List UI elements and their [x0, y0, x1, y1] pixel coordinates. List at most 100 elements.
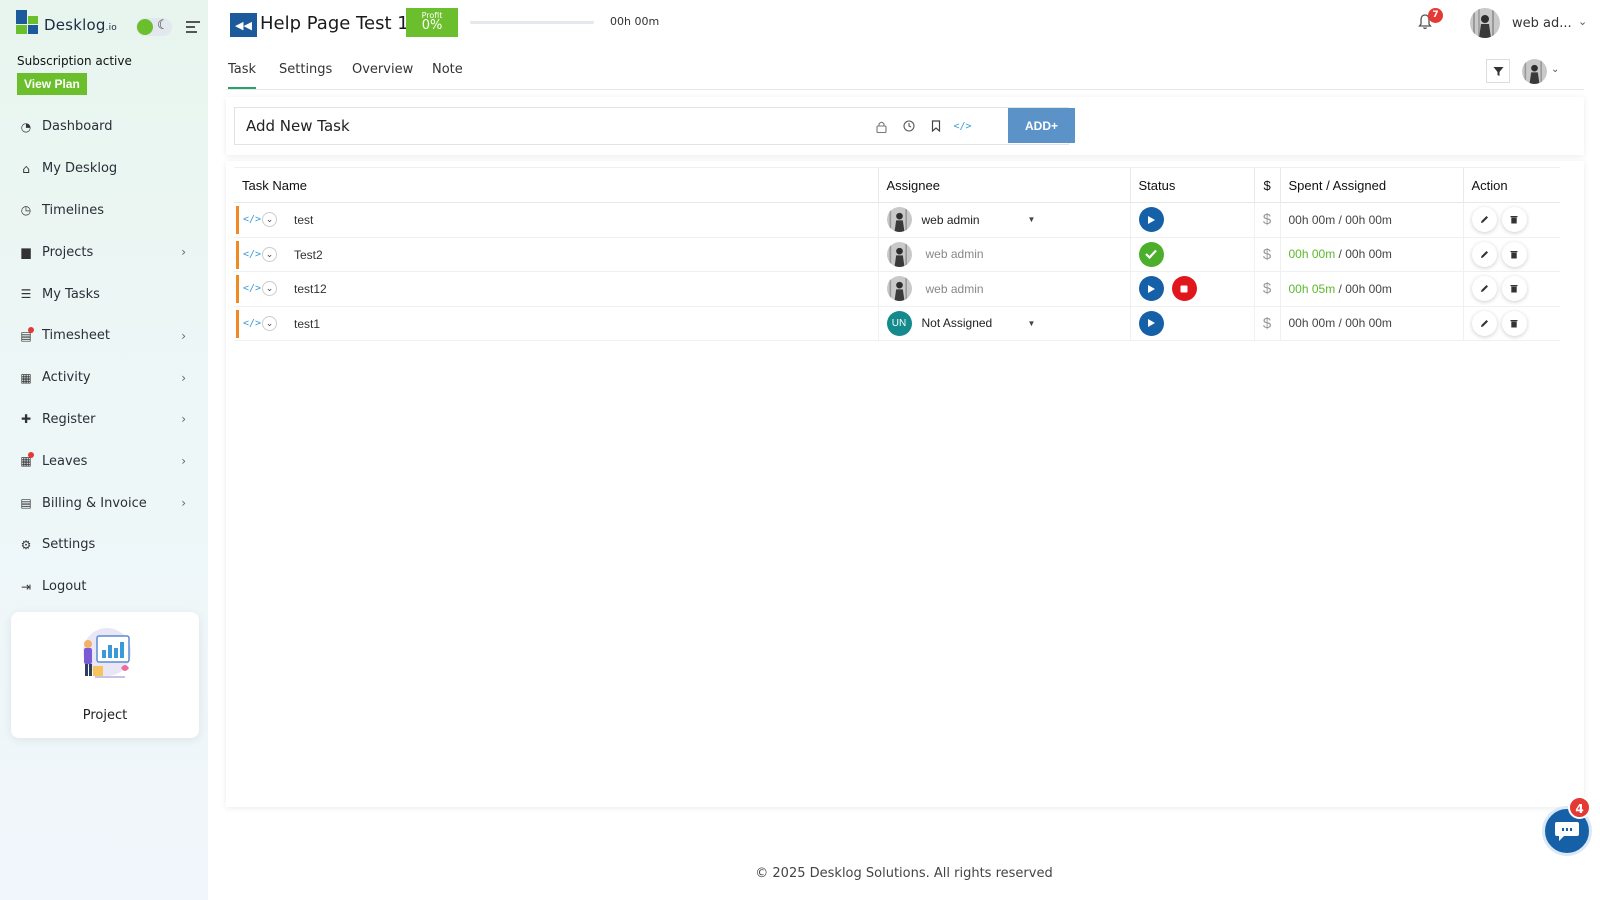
invoice-icon: ▤ — [20, 496, 32, 511]
status-cell — [1130, 237, 1255, 272]
sidebar-item-billing-invoice[interactable]: ▤ Billing & Invoice › — [0, 482, 208, 524]
add-task-button[interactable]: ADD+ — [1008, 108, 1075, 143]
sidebar-item-dashboard[interactable]: ◔ Dashboard — [0, 106, 208, 148]
assignee-name: web admin — [921, 212, 980, 227]
user-menu-chevron-icon[interactable]: ⌄ — [1578, 15, 1587, 28]
sidebar-item-register[interactable]: ✚ Register › — [0, 399, 208, 441]
assignee-avatar — [886, 276, 912, 302]
assignee-filter-avatar[interactable] — [1522, 59, 1547, 84]
task-name[interactable]: test — [294, 213, 313, 227]
profit-value: 0% — [421, 18, 443, 33]
code-icon[interactable]: </> — [949, 118, 976, 134]
priority-marker — [236, 275, 239, 303]
tab-overview[interactable]: Overview — [352, 62, 413, 89]
edit-task-button[interactable] — [1471, 207, 1497, 233]
chevron-down-icon[interactable]: ⌄ — [262, 246, 277, 262]
start-timer-button[interactable] — [1138, 310, 1164, 336]
sidebar: Desklog.io ☾ Subscription active View Pl… — [0, 0, 208, 900]
code-icon[interactable]: </> — [243, 318, 261, 329]
edit-task-button[interactable] — [1471, 310, 1497, 336]
logout-icon: ⇥ — [20, 579, 32, 594]
code-icon[interactable]: </> — [243, 214, 261, 225]
chevron-down-icon[interactable]: ⌄ — [262, 281, 277, 296]
assignee-select[interactable]: UN Not Assigned ▼ — [886, 310, 1130, 336]
notification-count-badge: 7 — [1428, 8, 1443, 23]
task-name[interactable]: Test2 — [294, 248, 323, 262]
delete-task-button[interactable] — [1501, 207, 1527, 233]
sidebar-item-timelines[interactable]: ◷ Timelines — [0, 190, 208, 232]
menu-collapse-icon[interactable] — [186, 21, 200, 36]
sidebar-item-projects[interactable]: ▆ Projects › — [0, 231, 208, 273]
sidebar-item-label: Billing & Invoice — [42, 495, 147, 511]
billable-dollar-icon[interactable]: $ — [1254, 202, 1281, 238]
sidebar-item-leaves[interactable]: ▦ Leaves › — [0, 440, 208, 482]
user-name[interactable]: web ad... — [1512, 16, 1572, 31]
logo-text: Desklog.io — [44, 16, 118, 34]
clock-icon[interactable] — [895, 118, 922, 134]
start-timer-button[interactable] — [1138, 207, 1164, 233]
billable-dollar-icon[interactable]: $ — [1254, 271, 1281, 307]
assignee-name: Not Assigned — [921, 316, 993, 331]
assignee-cell: web admin ▼ — [878, 202, 1131, 238]
time-assigned: 00h 00m — [1345, 316, 1392, 331]
bookmark-icon[interactable] — [922, 118, 949, 134]
assignee-avatar — [886, 241, 912, 267]
edit-task-button[interactable] — [1471, 276, 1497, 302]
assignee-select[interactable]: web admin ▼ — [886, 207, 1130, 233]
delete-task-button[interactable] — [1501, 241, 1527, 267]
delete-task-button[interactable] — [1501, 310, 1527, 336]
task-name[interactable]: test12 — [294, 282, 327, 296]
sidebar-item-activity[interactable]: ▦ Activity › — [0, 357, 208, 399]
assignee-filter-chevron-icon[interactable]: ⌄ — [1551, 64, 1559, 75]
assignee-display: web admin — [886, 241, 1130, 267]
sidebar-item-label: My Desklog — [42, 161, 118, 177]
add-task-options: </> — [868, 118, 976, 134]
table-row[interactable]: </> ⌄ test1 UN Not Assigned ▼ $00h 00m / 00h 0… — [234, 306, 1560, 341]
promo-card[interactable]: Project — [11, 612, 199, 738]
sidebar-item-settings[interactable]: ⚙ Settings — [0, 524, 208, 566]
filter-button[interactable] — [1486, 59, 1510, 83]
logo-mark-icon — [16, 10, 40, 34]
add-task-field: </> ADD+ — [234, 107, 1075, 145]
sidebar-item-timesheet[interactable]: ▤ Timesheet › — [0, 315, 208, 357]
add-task-input[interactable] — [235, 108, 855, 144]
priority-marker — [236, 309, 239, 338]
chevron-right-icon: › — [181, 412, 186, 427]
billable-dollar-icon[interactable]: $ — [1254, 306, 1281, 341]
sidebar-item-my-tasks[interactable]: ☰ My Tasks — [0, 273, 208, 315]
chevron-down-icon[interactable]: ⌄ — [262, 212, 277, 227]
lock-icon[interactable] — [868, 118, 895, 134]
table-row[interactable]: </> ⌄ Test2 web admin $00h 00m / 00h 00m — [234, 237, 1560, 272]
tab-note[interactable]: Note — [432, 62, 463, 89]
caret-down-icon[interactable]: ▼ — [1028, 215, 1036, 224]
task-name[interactable]: test1 — [294, 317, 320, 331]
table-row[interactable]: </> ⌄ test12 web admin $00h 05m / 00h 00m — [234, 271, 1560, 307]
app-logo[interactable]: Desklog.io — [16, 10, 117, 34]
user-avatar[interactable] — [1470, 8, 1500, 38]
edit-task-button[interactable] — [1471, 241, 1497, 267]
tab-task[interactable]: Task — [228, 62, 257, 89]
table-row[interactable]: </> ⌄ test web admin ▼ $00h 00m / 00h 00m — [234, 202, 1560, 238]
code-icon[interactable]: </> — [243, 249, 261, 260]
chevron-down-icon[interactable]: ⌄ — [262, 315, 277, 331]
priority-marker — [236, 206, 239, 234]
view-plan-button[interactable]: View Plan — [17, 73, 87, 95]
back-button[interactable]: ◀◀ — [230, 13, 257, 37]
billable-dollar-icon[interactable]: $ — [1254, 237, 1281, 272]
theme-toggle[interactable]: ☾ — [136, 18, 172, 36]
col-currency: $ — [1254, 167, 1281, 203]
filter-icon — [1493, 66, 1503, 76]
caret-down-icon[interactable]: ▼ — [1028, 319, 1036, 328]
col-status: Status — [1130, 167, 1255, 203]
start-timer-button[interactable] — [1138, 276, 1164, 302]
stop-timer-button[interactable] — [1171, 276, 1197, 302]
sidebar-item-my-desklog[interactable]: ⌂ My Desklog — [0, 148, 208, 190]
status-cell — [1130, 202, 1255, 238]
chevron-right-icon: › — [181, 454, 186, 469]
code-icon[interactable]: </> — [243, 283, 261, 294]
action-cell — [1463, 202, 1560, 238]
sidebar-item-logout[interactable]: ⇥ Logout — [0, 566, 208, 608]
delete-task-button[interactable] — [1501, 276, 1527, 302]
tab-settings[interactable]: Settings — [279, 62, 332, 89]
assignee-avatar — [886, 207, 912, 233]
